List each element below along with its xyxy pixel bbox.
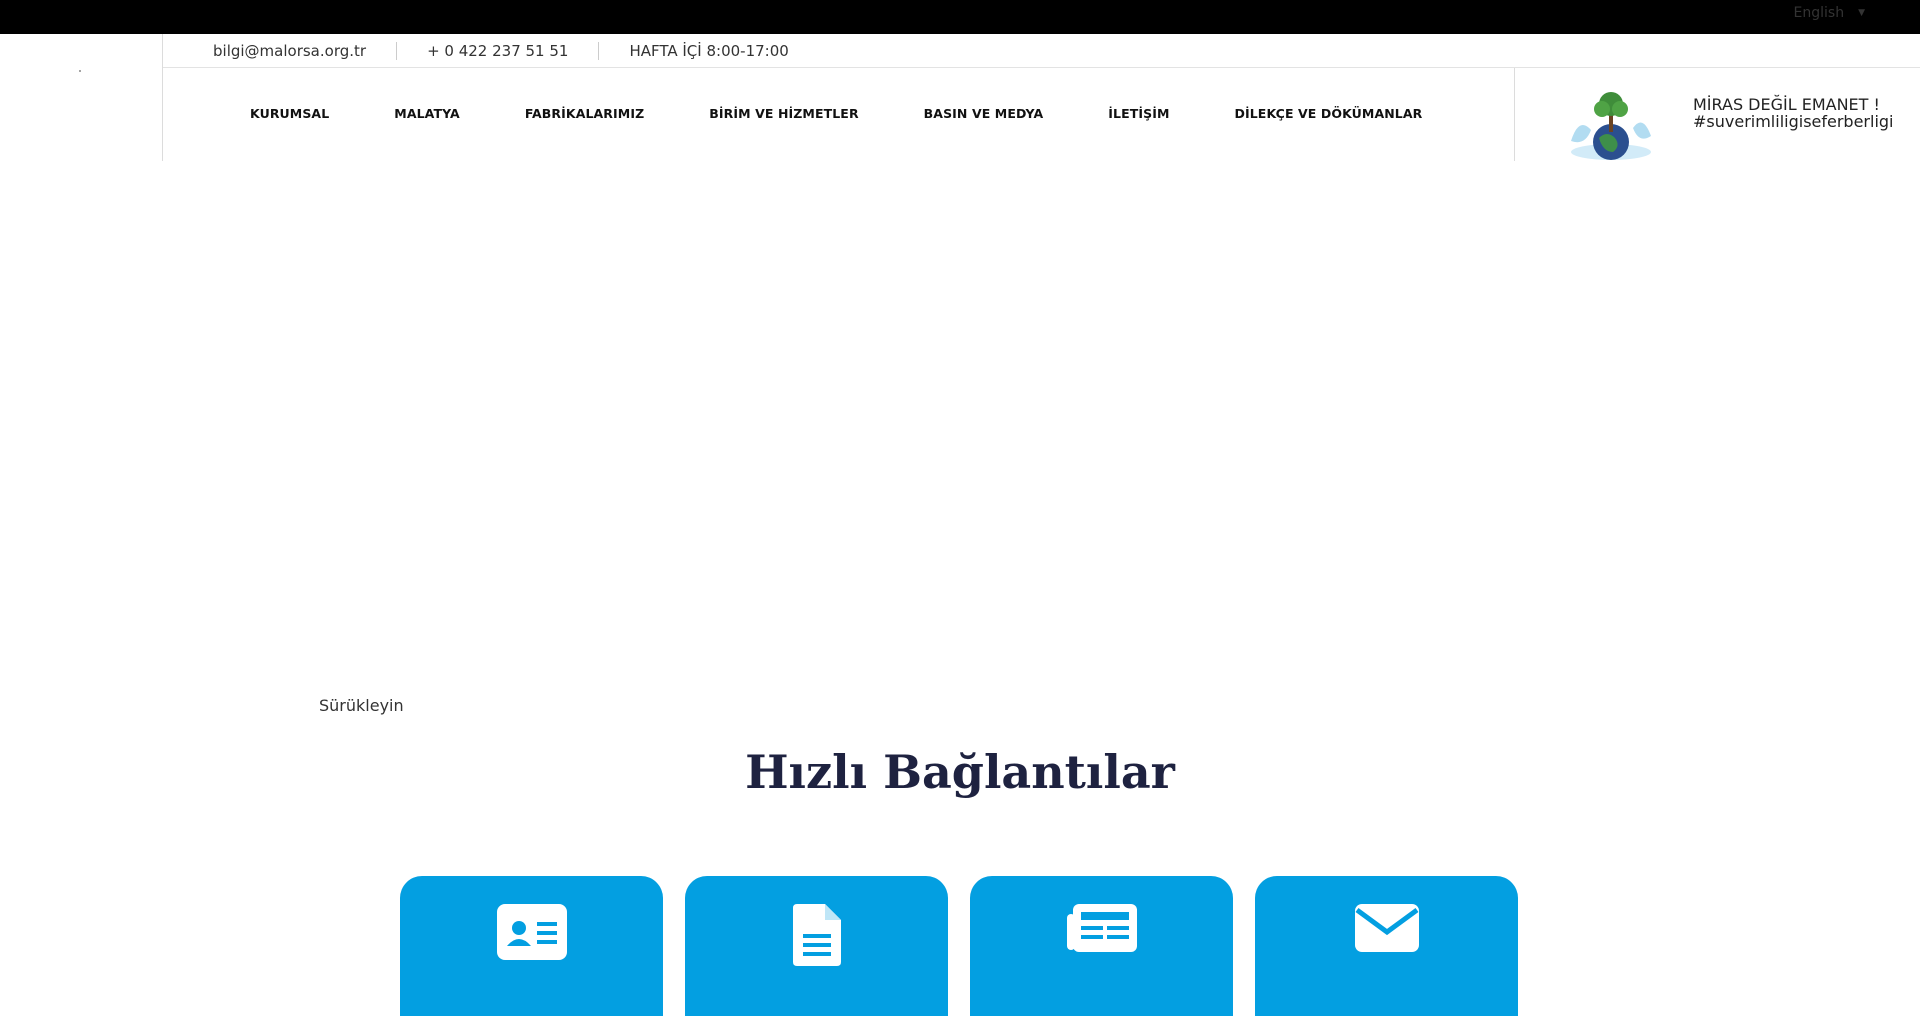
nav-item-fabrikalarimiz[interactable]: FABRİKALARIMIZ (525, 106, 644, 121)
working-hours: HAFTA İÇİ 8:00-17:00 (629, 41, 789, 60)
campaign-banner: MİRAS DEĞİL EMANET ! #suverimliligisefer… (1514, 68, 1920, 161)
newspaper-icon (1066, 904, 1137, 952)
campaign-slogan: MİRAS DEĞİL EMANET ! #suverimliligisefer… (1693, 96, 1894, 130)
quick-link-card-news[interactable] (970, 876, 1233, 1016)
document-icon (792, 904, 841, 966)
chevron-down-icon: ▼ (1858, 8, 1865, 18)
main-navigation: KURUMSAL MALATYA FABRİKALARIMIZ BİRİM VE… (250, 106, 1422, 121)
quick-links-cards (400, 876, 1518, 1016)
nav-item-birim-ve-hizmetler[interactable]: BİRİM VE HİZMETLER (709, 106, 858, 121)
slogan-hashtag: #suverimliligiseferberligi (1693, 112, 1894, 131)
quick-links-title: Hızlı Bağlantılar (745, 745, 1175, 799)
id-card-icon (496, 904, 567, 960)
language-selector[interactable]: English ▼ (1794, 5, 1865, 21)
contact-phone[interactable]: + 0 422 237 51 51 (397, 41, 600, 60)
slider-drag-label[interactable]: Sürükleyin (319, 696, 404, 715)
nav-item-dilekce-ve-dokumanlar[interactable]: DİLEKÇE VE DÖKÜMANLAR (1235, 106, 1423, 121)
nav-item-malatya[interactable]: MALATYA (394, 106, 460, 121)
site-logo-area[interactable] (0, 34, 163, 161)
nav-item-basin-ve-medya[interactable]: BASIN VE MEDYA (924, 106, 1044, 121)
logo (79, 70, 81, 72)
water-globe-tree-image[interactable] (1565, 86, 1657, 161)
top-black-bar: English ▼ (0, 0, 1920, 34)
quick-link-card-document[interactable] (685, 876, 948, 1016)
quick-link-card-id[interactable] (400, 876, 663, 1016)
nav-item-kurumsal[interactable]: KURUMSAL (250, 106, 329, 121)
slogan-line-1: MİRAS DEĞİL EMANET ! (1693, 95, 1880, 114)
nav-item-iletisim[interactable]: İLETİŞİM (1108, 106, 1169, 121)
contact-bar: bilgi@malorsa.org.tr + 0 422 237 51 51 H… (163, 34, 1920, 68)
language-label: English (1793, 5, 1845, 21)
quick-link-card-mail[interactable] (1255, 876, 1518, 1016)
contact-email[interactable]: bilgi@malorsa.org.tr (163, 41, 398, 60)
envelope-icon (1354, 904, 1419, 952)
